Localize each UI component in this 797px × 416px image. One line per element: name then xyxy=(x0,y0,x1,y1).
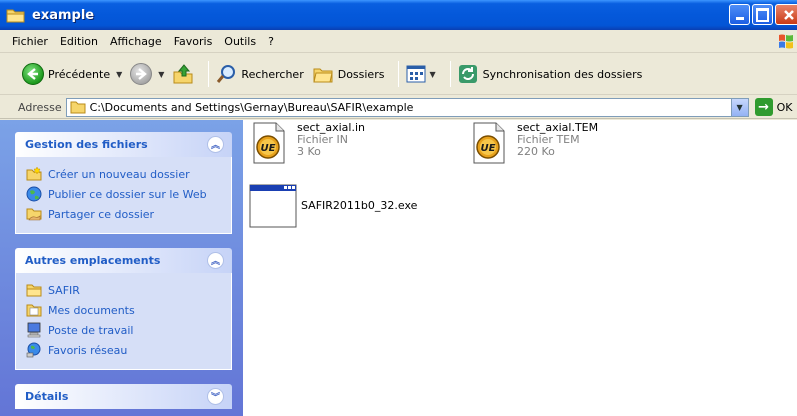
menu-affichage[interactable]: Affichage xyxy=(104,35,168,48)
sync-icon xyxy=(458,65,477,83)
chevron-down-icon[interactable]: ▼ xyxy=(116,70,122,79)
sync-button[interactable]: Synchronisation des dossiers xyxy=(457,63,643,85)
back-label: Précédente xyxy=(48,67,111,81)
place-my-documents[interactable]: Mes documents xyxy=(26,300,221,320)
address-input[interactable]: C:\Documents and Settings\Gernay\Bureau\… xyxy=(65,97,749,117)
chevron-down-icon[interactable]: ▼ xyxy=(429,70,435,79)
search-button[interactable]: Rechercher xyxy=(215,63,304,85)
back-arrow-icon xyxy=(22,63,44,85)
address-label: Adresse xyxy=(18,100,62,114)
task-pane: Gestion des fichiers ︽ Créer un nouveau … xyxy=(0,120,243,416)
maximize-button[interactable] xyxy=(752,4,773,25)
collapse-icon[interactable]: ︽ xyxy=(207,252,224,269)
menu-edition[interactable]: Edition xyxy=(54,35,104,48)
views-button[interactable]: ▼ xyxy=(405,63,436,85)
place-my-computer[interactable]: Poste de travail xyxy=(26,320,221,340)
task-share-folder[interactable]: Partager ce dossier xyxy=(26,204,221,224)
other-places-header[interactable]: Autres emplacements ︽ xyxy=(15,248,232,273)
my-documents-icon xyxy=(26,304,42,317)
toolbar-separator xyxy=(449,61,451,87)
file-item[interactable]: SAFIR2011b0_32.exe xyxy=(249,184,417,228)
search-label: Rechercher xyxy=(241,67,304,81)
toolbar-separator xyxy=(208,61,210,87)
network-icon xyxy=(26,342,41,358)
toolbar: Précédente ▼ ▼ Rechercher Dossiers ▼ Syn… xyxy=(0,54,797,95)
search-icon xyxy=(217,65,236,83)
menu-fichier[interactable]: Fichier xyxy=(6,35,54,48)
details-header[interactable]: Détails ︾ xyxy=(15,384,232,409)
up-folder-icon xyxy=(173,64,193,84)
file-name: SAFIR2011b0_32.exe xyxy=(301,199,418,212)
views-icon xyxy=(406,65,426,83)
up-folder-button[interactable] xyxy=(172,63,194,85)
menu-help[interactable]: ? xyxy=(262,35,280,48)
place-safir[interactable]: SAFIR xyxy=(26,280,221,300)
file-tasks-panel: Gestion des fichiers ︽ Créer un nouveau … xyxy=(15,132,232,234)
file-tasks-header[interactable]: Gestion des fichiers ︽ xyxy=(15,132,232,157)
close-icon xyxy=(784,9,794,20)
file-item[interactable]: UE sect_axial.in Fichier IN 3 Ko xyxy=(251,122,365,164)
go-button[interactable]: → OK xyxy=(754,98,793,116)
folders-label: Dossiers xyxy=(337,67,385,81)
details-panel: Détails ︾ xyxy=(15,384,232,409)
folder-icon xyxy=(70,101,86,114)
back-button[interactable]: Précédente ▼ xyxy=(22,63,122,85)
place-my-computer-label: Poste de travail xyxy=(48,323,134,337)
task-new-folder-label: Créer un nouveau dossier xyxy=(48,167,190,181)
task-new-folder[interactable]: Créer un nouveau dossier xyxy=(26,164,221,184)
collapse-icon[interactable]: ︽ xyxy=(207,136,224,153)
ultraedit-icon: UE xyxy=(473,122,505,164)
place-my-documents-label: Mes documents xyxy=(48,303,135,317)
title-bar[interactable]: example xyxy=(0,0,797,30)
folder-icon xyxy=(26,284,42,297)
other-places-panel: Autres emplacements ︽ SAFIR Mes document… xyxy=(15,248,232,370)
minimize-button[interactable] xyxy=(729,4,750,25)
share-folder-icon xyxy=(26,208,42,221)
task-share-folder-label: Partager ce dossier xyxy=(48,207,155,221)
application-window-icon xyxy=(249,184,297,228)
task-publish-web-label: Publier ce dossier sur le Web xyxy=(48,187,207,201)
go-label: OK xyxy=(776,100,793,114)
globe-icon xyxy=(26,186,42,202)
svg-text:UE: UE xyxy=(261,143,276,154)
menu-favoris[interactable]: Favoris xyxy=(168,35,219,48)
address-value: C:\Documents and Settings\Gernay\Bureau\… xyxy=(89,100,414,114)
menu-bar: Fichier Edition Affichage Favoris Outils… xyxy=(0,30,797,53)
window-title: example xyxy=(32,7,95,23)
forward-button[interactable]: ▼ xyxy=(130,63,164,85)
chevron-down-icon[interactable]: ▼ xyxy=(158,70,164,79)
task-publish-web[interactable]: Publier ce dossier sur le Web xyxy=(26,184,221,204)
menu-outils[interactable]: Outils xyxy=(218,35,262,48)
ultraedit-icon: UE xyxy=(253,122,285,164)
chevron-down-icon: ▼ xyxy=(736,102,743,112)
folders-icon xyxy=(313,68,333,83)
file-size: 220 Ko xyxy=(517,145,555,158)
file-tasks-title: Gestion des fichiers xyxy=(25,138,148,151)
toolbar-separator xyxy=(398,61,400,87)
place-safir-label: SAFIR xyxy=(48,283,80,297)
folders-button[interactable]: Dossiers xyxy=(312,63,385,85)
other-places-title: Autres emplacements xyxy=(25,254,161,267)
expand-icon[interactable]: ︾ xyxy=(207,388,224,405)
sync-label: Synchronisation des dossiers xyxy=(482,67,643,81)
close-button[interactable] xyxy=(775,4,797,25)
place-network[interactable]: Favoris réseau xyxy=(26,340,221,360)
place-network-label: Favoris réseau xyxy=(48,343,128,357)
file-item[interactable]: UE sect_axial.TEM Fichier TEM 220 Ko xyxy=(471,122,598,164)
svg-text:UE: UE xyxy=(481,143,496,154)
file-view: UE sect_axial.in Fichier IN 3 Ko UE sect… xyxy=(243,120,797,416)
address-bar: Adresse C:\Documents and Settings\Gernay… xyxy=(0,96,797,119)
file-size: 3 Ko xyxy=(297,145,321,158)
computer-icon xyxy=(27,322,41,338)
details-title: Détails xyxy=(25,390,69,403)
windows-logo-icon xyxy=(779,34,793,49)
folder-icon xyxy=(6,9,25,23)
forward-arrow-icon xyxy=(130,63,153,85)
address-dropdown-button[interactable]: ▼ xyxy=(730,98,748,116)
go-arrow-icon: → xyxy=(754,98,773,116)
new-folder-icon xyxy=(26,166,42,181)
